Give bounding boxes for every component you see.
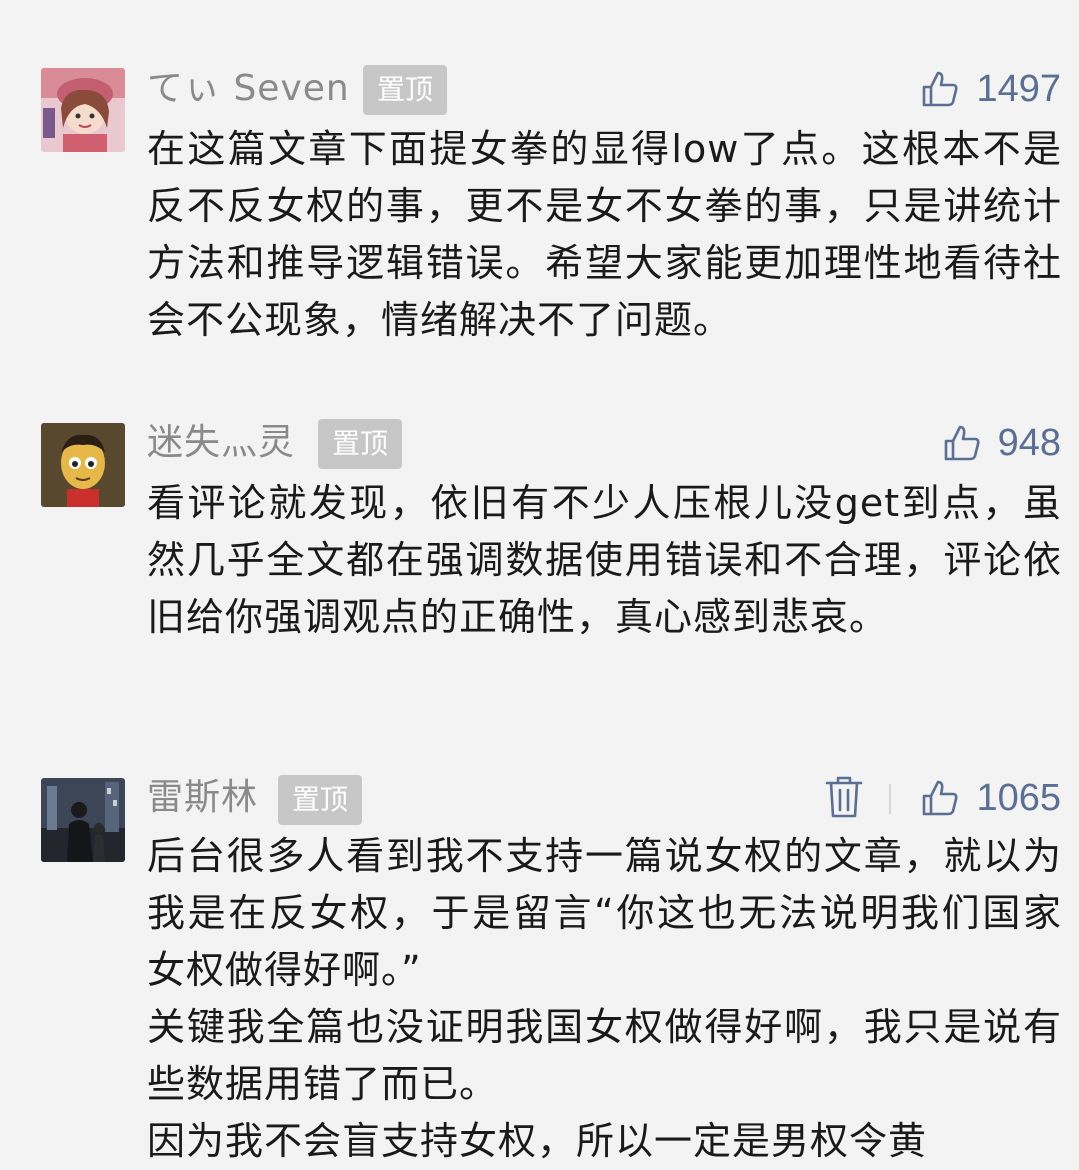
like-button[interactable]: 1065: [920, 772, 1061, 824]
user-avatar[interactable]: [41, 68, 125, 152]
thumbs-up-icon: [942, 423, 982, 463]
comment-body: 在这篇文章下面提女拳的显得low了点。这根本不是反不反女权的事，更不是女不女拳的…: [147, 121, 1062, 349]
pinned-badge: 置顶: [363, 65, 448, 115]
comment-item: 迷失灬灵 置顶 948 看评论就发现，依旧有不少人压根儿没get到点，虽然几乎全…: [0, 417, 1079, 717]
comment-item: 雷斯林 置顶 1065 后台很多人看到我不支持一篇说女权的文章，就以为我是在反女…: [0, 772, 1079, 1163]
cartoon-girl-avatar: [41, 68, 125, 152]
pinned-badge: 置顶: [318, 419, 403, 469]
trash-icon[interactable]: [823, 774, 865, 824]
user-name[interactable]: てぃ Seven: [147, 63, 350, 115]
comment-body: 后台很多人看到我不支持一篇说女权的文章，就以为我是在反女权，于是留言“你这也无法…: [147, 828, 1062, 1170]
user-name[interactable]: 雷斯林: [147, 772, 258, 824]
cartoon-face-avatar: [41, 423, 125, 507]
like-count: 948: [997, 421, 1061, 464]
comment-paragraph: 因为我不会盲支持女权，所以一定是男权令黄: [147, 1119, 928, 1163]
user-name[interactable]: 迷失灬灵: [147, 417, 295, 469]
thumbs-up-icon: [920, 778, 960, 818]
pinned-badge: 置顶: [278, 775, 363, 825]
comment-body: 看评论就发现，依旧有不少人压根儿没get到点，虽然几乎全文都在强调数据使用错误和…: [147, 475, 1062, 646]
comment-paragraph: 后台很多人看到我不支持一篇说女权的文章，就以为我是在反女权，于是留言“你这也无法…: [147, 834, 1062, 992]
like-count: 1497: [976, 67, 1061, 110]
comment-paragraph: 关键我全篇也没证明我国女权做得好啊，我只是说有些数据用错了而已。: [147, 1005, 1062, 1106]
like-button[interactable]: 948: [942, 417, 1061, 469]
like-button[interactable]: 1497: [920, 63, 1061, 115]
action-divider: [889, 784, 891, 814]
user-avatar[interactable]: [41, 778, 125, 862]
comment-paragraph: 看评论就发现，依旧有不少人压根儿没get到点，虽然几乎全文都在强调数据使用错误和…: [147, 481, 1062, 639]
user-avatar[interactable]: [41, 423, 125, 507]
dark-photo-avatar: [41, 778, 125, 862]
comment-paragraph: 在这篇文章下面提女拳的显得low了点。这根本不是反不反女权的事，更不是女不女拳的…: [147, 127, 1062, 342]
like-count: 1065: [976, 776, 1061, 819]
comment-item: てぃ Seven 置顶 1497 在这篇文章下面提女拳的显得low了点。这根本不…: [0, 63, 1079, 363]
thumbs-up-icon: [920, 69, 960, 109]
